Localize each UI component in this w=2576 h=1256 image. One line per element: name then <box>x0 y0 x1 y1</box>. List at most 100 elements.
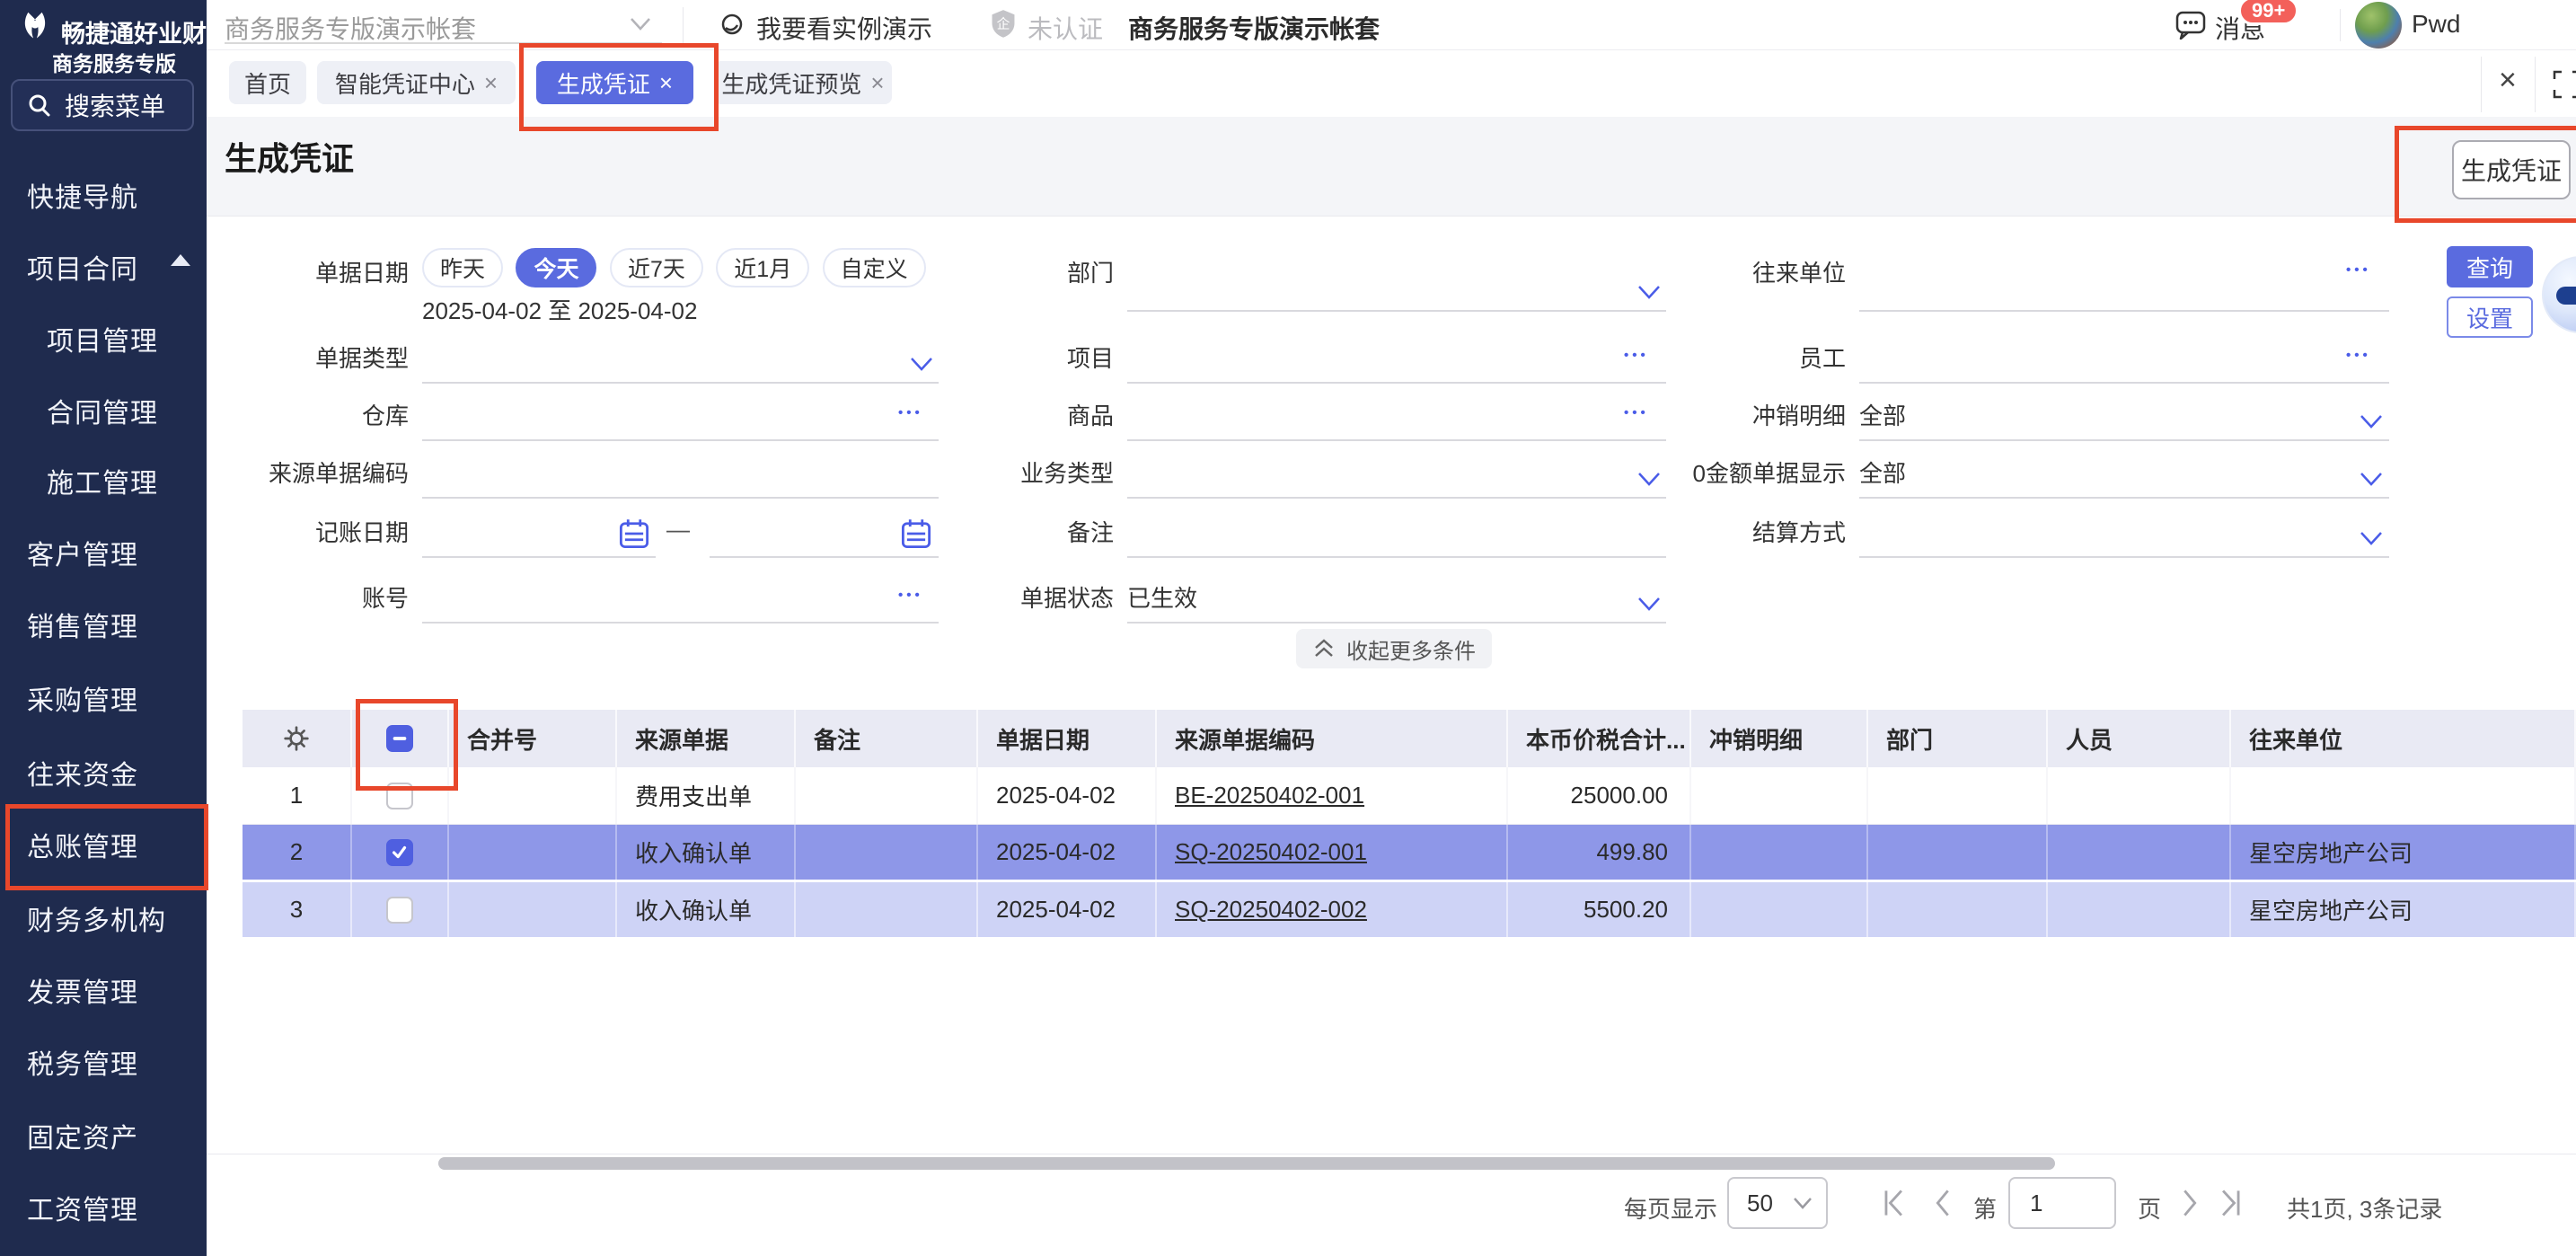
date-range-value[interactable]: 2025-04-02 至 2025-04-02 <box>422 293 697 326</box>
chevron-down-icon[interactable] <box>2359 413 2384 429</box>
demo-eye-icon[interactable] <box>719 12 745 39</box>
col-header-note[interactable]: 备注 <box>796 710 978 767</box>
pill-last1month[interactable]: 近1月 <box>716 248 809 287</box>
tab-smart-voucher-center[interactable]: 智能凭证中心 × <box>317 61 516 104</box>
table-row-selected[interactable]: 2 收入确认单 2025-04-02 SQ-20250402-001 499.8… <box>243 825 2576 882</box>
col-header-dept[interactable]: 部门 <box>1868 710 2048 767</box>
picker-ellipsis-icon[interactable]: ••• <box>898 405 923 420</box>
zero-amount-select[interactable] <box>1859 470 2389 499</box>
tab-close-icon[interactable]: × <box>659 71 673 94</box>
col-header-amount[interactable]: 本币价税合计... <box>1508 710 1691 767</box>
menu-search-input[interactable]: 搜索菜单 <box>11 79 194 131</box>
department-input[interactable] <box>1127 283 1666 312</box>
remark-input[interactable] <box>1127 529 1666 558</box>
partner-input[interactable] <box>1859 283 2389 312</box>
sidebar-item-payroll-mgmt[interactable]: 工资管理 <box>27 1188 138 1227</box>
sidebar-item-multi-finance[interactable]: 财务多机构 <box>27 898 166 938</box>
user-avatar[interactable] <box>2355 2 2402 49</box>
sidebar-item-project-mgmt[interactable]: 项目管理 <box>47 319 158 358</box>
collapse-filters-button[interactable]: 收起更多条件 <box>1296 629 1492 668</box>
row-checkbox[interactable] <box>386 897 413 924</box>
source-doc-link[interactable]: SQ-20250402-002 <box>1175 896 1367 924</box>
close-all-icon[interactable]: × <box>2499 63 2517 98</box>
tab-generate-voucher-preview[interactable]: 生成凭证预览 × <box>714 61 892 104</box>
message-bubble-icon[interactable] <box>2175 11 2206 40</box>
sidebar-item-tax-mgmt[interactable]: 税务管理 <box>27 1042 138 1082</box>
sidebar-item-general-ledger[interactable]: 总账管理 <box>27 825 138 864</box>
account-input[interactable] <box>422 595 939 624</box>
table-row[interactable]: 3 收入确认单 2025-04-02 SQ-20250402-002 5500.… <box>243 882 2576 940</box>
chevron-down-icon[interactable] <box>2359 530 2384 546</box>
col-header-person[interactable]: 人员 <box>2048 710 2231 767</box>
pill-last7days[interactable]: 近7天 <box>610 248 703 287</box>
col-header-code[interactable]: 来源单据编码 <box>1157 710 1508 767</box>
col-header-source[interactable]: 来源单据 <box>617 710 796 767</box>
col-header-merge[interactable]: 合并号 <box>449 710 617 767</box>
user-name[interactable]: Pwd <box>2412 10 2460 39</box>
horizontal-scrollbar[interactable] <box>438 1157 2055 1170</box>
table-row[interactable]: 1 费用支出单 2025-04-02 BE-20250402-001 25000… <box>243 767 2576 825</box>
query-button[interactable]: 查询 <box>2447 246 2533 287</box>
settings-button[interactable]: 设置 <box>2447 296 2533 338</box>
picker-ellipsis-icon[interactable]: ••• <box>1624 348 1649 363</box>
select-all-checkbox[interactable] <box>386 725 413 752</box>
goods-input[interactable] <box>1127 412 1666 441</box>
business-type-select[interactable] <box>1127 470 1666 499</box>
tab-home[interactable]: 首页 <box>229 61 306 104</box>
tab-generate-voucher[interactable]: 生成凭证 × <box>536 61 693 104</box>
row-checkbox[interactable] <box>386 839 413 866</box>
row-checkbox[interactable] <box>386 783 413 809</box>
employee-input[interactable] <box>1859 355 2389 384</box>
chevron-down-icon[interactable] <box>1636 596 1662 612</box>
page-size-select[interactable]: 50 <box>1727 1177 1828 1229</box>
next-page-icon[interactable] <box>2180 1188 2200 1218</box>
first-page-icon[interactable] <box>1883 1188 1906 1218</box>
sidebar-item-quick-nav[interactable]: 快捷导航 <box>27 175 138 215</box>
sidebar-item-contract-mgmt[interactable]: 合同管理 <box>47 391 158 430</box>
offset-detail-select[interactable] <box>1859 412 2389 441</box>
pill-yesterday[interactable]: 昨天 <box>422 248 503 287</box>
prev-page-icon[interactable] <box>1933 1188 1953 1218</box>
picker-ellipsis-icon[interactable]: ••• <box>2346 262 2371 278</box>
source-code-input[interactable] <box>422 470 939 499</box>
project-input[interactable] <box>1127 355 1666 384</box>
fullscreen-icon[interactable] <box>2549 68 2576 101</box>
date-range-separator: — <box>666 516 690 544</box>
sidebar-item-construction-mgmt[interactable]: 施工管理 <box>47 461 158 500</box>
col-header-partner[interactable]: 往来单位 <box>2231 710 2576 767</box>
tab-close-icon[interactable]: × <box>870 71 884 94</box>
collapse-triangle-icon[interactable] <box>171 254 190 266</box>
pill-custom[interactable]: 自定义 <box>823 248 926 287</box>
picker-ellipsis-icon[interactable]: ••• <box>2346 348 2371 363</box>
sidebar-item-purchase-mgmt[interactable]: 采购管理 <box>27 678 138 718</box>
sidebar-item-fixed-assets[interactable]: 固定资产 <box>27 1116 138 1155</box>
doc-status-select[interactable] <box>1127 595 1666 624</box>
column-settings-gear-icon[interactable] <box>283 725 310 752</box>
col-header-offset[interactable]: 冲销明细 <box>1691 710 1868 767</box>
col-header-date[interactable]: 单据日期 <box>978 710 1157 767</box>
sidebar-item-sales-mgmt[interactable]: 销售管理 <box>27 605 138 644</box>
sidebar-item-project-contract[interactable]: 项目合同 <box>27 247 138 287</box>
account-selector[interactable]: 商务服务专版演示帐套 <box>225 10 476 46</box>
source-doc-link[interactable]: SQ-20250402-001 <box>1175 838 1367 866</box>
source-doc-link[interactable]: BE-20250402-001 <box>1175 782 1364 809</box>
demo-link[interactable]: 我要看实例演示 <box>756 10 932 46</box>
chevron-down-icon[interactable] <box>2359 471 2384 487</box>
calendar-icon[interactable] <box>618 517 650 550</box>
sidebar-item-funds[interactable]: 往来资金 <box>27 753 138 792</box>
last-page-icon[interactable] <box>2219 1188 2242 1218</box>
page-number-input[interactable]: 1 <box>2008 1177 2116 1229</box>
generate-voucher-button[interactable]: 生成凭证 <box>2452 140 2571 199</box>
warehouse-input[interactable] <box>422 412 939 441</box>
picker-ellipsis-icon[interactable]: ••• <box>1624 405 1649 420</box>
chevron-down-icon[interactable] <box>629 16 652 32</box>
pill-today[interactable]: 今天 <box>516 248 596 287</box>
sidebar-item-invoice-mgmt[interactable]: 发票管理 <box>27 970 138 1010</box>
settlement-select[interactable] <box>1859 529 2389 558</box>
doc-type-input[interactable] <box>422 355 939 384</box>
tab-close-icon[interactable]: × <box>484 71 498 94</box>
filter-label-doc-date: 单据日期 <box>220 255 409 288</box>
menu-search-placeholder: 搜索菜单 <box>65 87 165 123</box>
sidebar-item-customer-mgmt[interactable]: 客户管理 <box>27 533 138 572</box>
picker-ellipsis-icon[interactable]: ••• <box>898 588 923 603</box>
